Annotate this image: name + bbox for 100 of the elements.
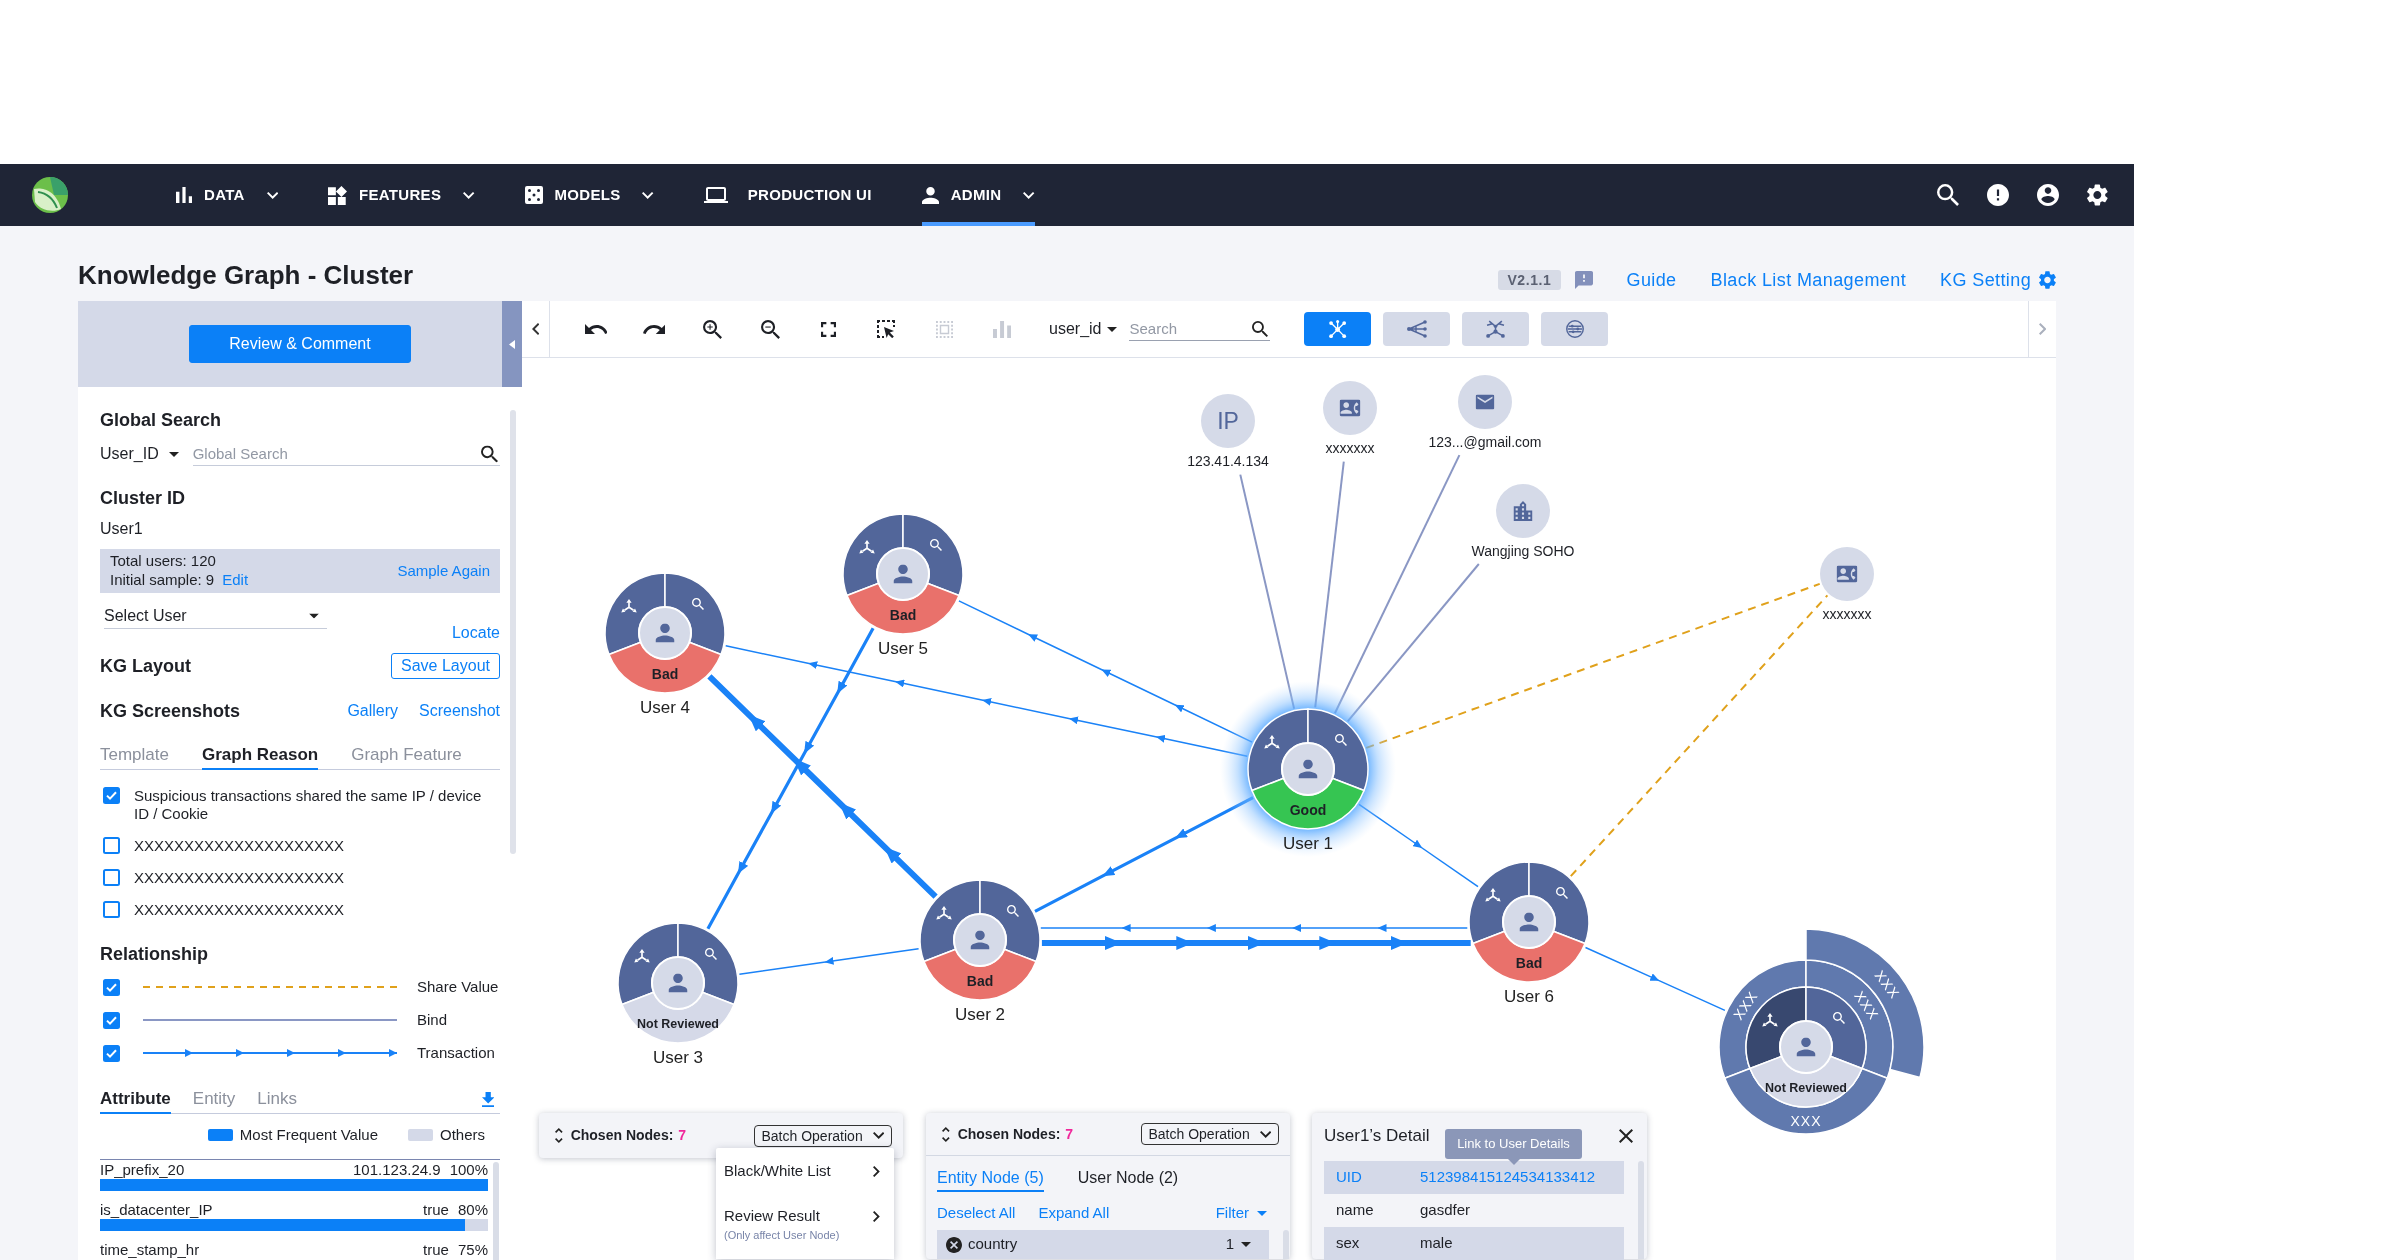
node-action-segment[interactable] [677,922,739,1006]
scrollbar[interactable] [510,410,516,854]
node-action-segment[interactable] [1247,708,1309,792]
menu-item[interactable]: Black/White List [716,1148,894,1194]
node-action-segment[interactable] [919,879,981,963]
arrows-out-icon[interactable] [859,540,875,554]
arrows-out-icon[interactable] [634,949,650,963]
transaction-edge[interactable] [706,627,875,930]
transaction-edge[interactable] [1041,936,1471,950]
nav-menu-item[interactable]: PRODUCTION UI [703,164,872,226]
account-icon[interactable] [2037,184,2060,206]
tab[interactable]: User Node (2) [1077,1166,1179,1192]
layout-button[interactable] [1304,312,1372,346]
scrollbar[interactable] [1283,1230,1289,1259]
transaction-edge[interactable] [1584,946,1726,1012]
nav-menu-item[interactable]: ADMIN [921,164,1035,226]
header-link[interactable]: KG Setting [1940,266,2056,294]
zoom-out-icon[interactable] [760,319,780,339]
tab[interactable]: Entity Node (5) [937,1166,1044,1192]
search-icon[interactable] [481,445,498,463]
transaction-edge[interactable] [738,947,920,976]
node-action-segment[interactable] [617,922,679,1006]
unfold-icon[interactable] [942,1126,950,1142]
close-icon[interactable] [1619,1128,1633,1143]
box-select-icon[interactable] [877,320,895,338]
save-layout-button[interactable]: Save Layout [391,653,500,679]
transaction-edge[interactable] [1040,924,1469,932]
scrollbar[interactable] [493,1162,499,1260]
entity-node[interactable] [1323,381,1377,435]
node-action-segment[interactable] [902,513,964,597]
scrollbar[interactable] [1638,1161,1644,1259]
arrows-out-icon[interactable] [1264,735,1280,749]
checkbox[interactable] [103,1011,120,1029]
detail-link[interactable]: 512398415124534133412 [1420,1166,1596,1189]
arrows-out-icon[interactable] [1485,888,1501,902]
batch-operation-button[interactable]: Batch Operation [1140,1123,1279,1145]
entity-node[interactable] [1820,547,1874,601]
arrows-out-icon[interactable] [936,906,952,920]
layout-button[interactable] [1383,312,1451,346]
search-icon[interactable] [1937,184,1960,206]
entity-node[interactable] [1458,375,1512,429]
layout-button[interactable] [1541,312,1609,346]
zoom-in-icon[interactable] [702,319,722,339]
sample-again-link[interactable]: Sample Again [397,561,490,581]
entity-node[interactable] [1496,484,1550,538]
checkbox[interactable] [103,869,120,886]
menu-item[interactable]: Review Result (Only affect User Node) [716,1194,894,1243]
batch-operation-button[interactable]: Batch Operation [753,1124,892,1147]
checkbox[interactable] [103,787,120,804]
search-field[interactable]: Global Search [192,442,500,466]
node-action-segment[interactable] [664,572,726,656]
screenshot-link[interactable]: Gallery [347,701,399,721]
search-icon[interactable] [1252,321,1269,337]
tab[interactable]: Links [257,1086,298,1114]
user-select[interactable]: Select User [104,603,327,629]
arrows-out-icon[interactable] [621,599,637,613]
entity-node[interactable] [1201,394,1255,448]
review-comment-button[interactable]: Review & Comment [189,325,411,363]
settings-icon[interactable] [2087,184,2108,206]
nav-menu-item[interactable]: DATA [176,164,278,226]
screenshot-link[interactable]: Screenshot [419,701,500,721]
nav-menu-item[interactable]: FEATURES [327,164,475,226]
action-link[interactable]: Deselect All [937,1203,1016,1223]
checkbox[interactable] [103,837,120,854]
chevron-left-icon[interactable] [531,323,540,335]
tab[interactable]: Template [100,742,169,770]
action-link[interactable]: Expand All [1038,1203,1110,1223]
fullscreen-icon[interactable] [820,321,836,337]
alert-icon[interactable] [1987,184,2010,206]
transaction-edge[interactable] [707,674,938,899]
checkbox[interactable] [103,978,120,996]
count-dropdown[interactable]: 1 [1225,1233,1251,1256]
header-link[interactable]: Black List Management [1710,266,1907,294]
node-action-segment[interactable] [842,513,904,597]
node-action-segment[interactable] [979,879,1041,963]
tab[interactable]: Entity [192,1086,236,1114]
layout-button[interactable] [1462,312,1530,346]
arrows-out-icon[interactable] [1762,1013,1778,1027]
field-select[interactable]: user_id [1049,317,1118,341]
nav-menu-item[interactable]: MODELS [524,164,654,226]
redo-icon[interactable] [642,324,666,334]
undo-icon[interactable] [584,324,608,334]
tab[interactable]: Attribute [100,1086,171,1114]
tab[interactable]: Graph Reason [202,742,319,770]
node-action-segment[interactable] [1307,708,1369,792]
collapse-handle[interactable] [502,301,522,387]
checkbox[interactable] [103,901,120,918]
field-select[interactable]: User_ID [100,442,179,466]
download-icon[interactable] [481,1092,494,1107]
feedback-icon[interactable] [1574,271,1593,289]
edit-link[interactable]: Edit [222,571,249,588]
locate-link[interactable]: Locate [451,623,500,643]
node-action-segment[interactable] [1468,861,1530,945]
header-link[interactable]: Guide [1626,266,1677,294]
logo-icon[interactable] [30,176,70,214]
node-action-segment[interactable] [604,572,666,656]
unfold-icon[interactable] [555,1128,563,1143]
tab[interactable]: Graph Feature [351,742,462,770]
filter-dropdown[interactable]: Filter [1215,1203,1267,1223]
checkbox[interactable] [103,1044,120,1062]
